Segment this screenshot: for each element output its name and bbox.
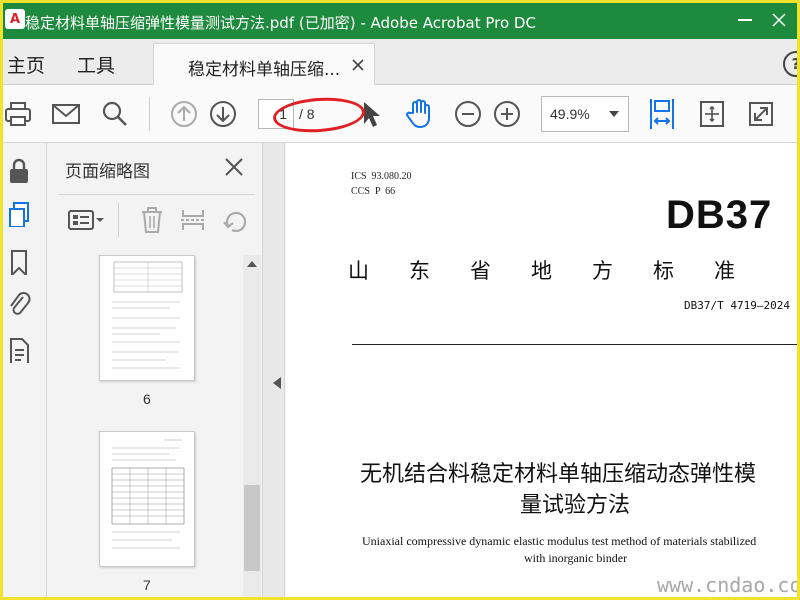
english-title-line-1: Uniaxial compressive dynamic elastic mod… xyxy=(362,534,757,548)
rotate-icon xyxy=(223,211,247,233)
search-button[interactable] xyxy=(100,99,130,129)
hand-tool-button[interactable] xyxy=(404,99,434,129)
tab-bar: 主页 工具 稳定材料单轴压缩... ? xyxy=(3,39,797,86)
site-watermark: www.cndao.com xyxy=(657,573,800,597)
close-window-button[interactable] xyxy=(765,7,793,33)
title-bar: A 稳定材料单轴压缩弹性模量测试方法.pdf (已加密) - Adobe Acr… xyxy=(3,3,797,39)
chevron-down-icon[interactable] xyxy=(609,111,619,117)
english-title-line-2: with inorganic binder xyxy=(524,551,628,565)
minus-circle-icon xyxy=(455,101,481,127)
panel-title: 页面缩略图 xyxy=(65,162,150,182)
document-title-line-1: 无机结合料稳定材料单轴压缩动态弹性模 xyxy=(360,462,757,487)
scroll-up-icon[interactable] xyxy=(247,261,257,267)
document-page: ICS 93.080.20 CCS P 66 DB37 山东省地方标准 DB37… xyxy=(286,143,797,597)
minimize-button[interactable] xyxy=(731,7,759,33)
ccs-code: CCS P 66 xyxy=(351,186,396,197)
panel-splitter[interactable] xyxy=(263,143,285,597)
document-tab-label: 稳定材料单轴压缩... xyxy=(188,60,341,80)
panel-divider xyxy=(59,194,255,195)
window-title: 稳定材料单轴压缩弹性模量测试方法.pdf (已加密) - Adobe Acrob… xyxy=(25,14,536,32)
fit-page-icon xyxy=(650,99,674,129)
close-icon xyxy=(772,13,786,27)
scroll-mode-button[interactable] xyxy=(697,99,727,129)
bookmark-icon[interactable] xyxy=(7,249,31,275)
page-thumbnail-7[interactable] xyxy=(99,431,195,567)
print-button[interactable] xyxy=(3,99,33,129)
tab-home[interactable]: 主页 xyxy=(7,51,45,78)
toolbar-divider xyxy=(149,97,150,131)
page-thumbnails-panel: 页面缩略图 6 7 xyxy=(47,143,263,597)
collapse-panel-icon[interactable] xyxy=(273,377,281,389)
thumbnail-label-7: 7 xyxy=(143,577,151,593)
zoom-out-button[interactable] xyxy=(453,99,483,129)
scrollbar-thumb[interactable] xyxy=(244,485,260,571)
left-navigation-rail xyxy=(3,143,47,597)
lock-icon[interactable] xyxy=(7,157,31,183)
options-menu-icon xyxy=(68,210,104,230)
document-view[interactable]: ICS 93.080.20 CCS P 66 DB37 山东省地方标准 DB37… xyxy=(286,143,797,597)
rotate-page-button[interactable] xyxy=(221,205,249,235)
trash-icon xyxy=(142,207,162,233)
thumbnail-label-6: 6 xyxy=(143,391,151,407)
panel-tool-divider xyxy=(118,203,119,237)
envelope-icon xyxy=(52,104,80,124)
arrow-down-circle-icon xyxy=(210,101,236,127)
standard-number: DB37/T 4719—2024 xyxy=(684,299,790,312)
acrobat-window: A 稳定材料单轴压缩弹性模量测试方法.pdf (已加密) - Adobe Acr… xyxy=(0,0,800,600)
insert-page-icon xyxy=(181,210,205,230)
standard-type-heading: 山东省地方标准 xyxy=(348,259,775,283)
horizontal-rule xyxy=(352,344,797,345)
page-thumbnail-6[interactable] xyxy=(99,255,195,381)
thumbnail-content xyxy=(111,439,185,549)
insert-page-button[interactable] xyxy=(179,205,207,235)
thumbnail-options-button[interactable] xyxy=(67,205,105,235)
full-screen-button[interactable] xyxy=(746,99,776,129)
previous-page-button[interactable] xyxy=(169,99,199,129)
next-page-button[interactable] xyxy=(208,99,238,129)
fit-width-button[interactable] xyxy=(646,97,678,131)
delete-page-button[interactable] xyxy=(139,205,165,235)
email-button[interactable] xyxy=(51,99,81,129)
help-icon[interactable]: ? xyxy=(783,51,797,77)
page-move-icon xyxy=(700,101,724,127)
page-thumbnails-icon[interactable] xyxy=(7,201,31,227)
print-icon xyxy=(5,102,31,126)
document-properties-icon[interactable] xyxy=(7,337,31,363)
plus-circle-icon xyxy=(494,101,520,127)
acrobat-logo-icon: A xyxy=(5,9,25,29)
document-title-line-2: 量试验方法 xyxy=(520,493,631,518)
attachment-icon[interactable] xyxy=(7,291,31,317)
arrow-up-circle-icon xyxy=(171,101,197,127)
zoom-in-button[interactable] xyxy=(492,99,522,129)
close-panel-icon[interactable] xyxy=(223,156,245,178)
close-tab-icon[interactable] xyxy=(350,57,366,73)
standard-prefix: DB37 xyxy=(666,193,773,237)
tab-document[interactable]: 稳定材料单轴压缩... xyxy=(153,43,375,86)
expand-icon xyxy=(749,102,773,126)
thumbnail-content xyxy=(112,261,183,369)
search-icon xyxy=(102,101,127,126)
hand-icon xyxy=(406,99,430,128)
main-toolbar xyxy=(3,85,797,143)
tab-tools[interactable]: 工具 xyxy=(77,51,115,78)
ics-code: ICS 93.080.20 xyxy=(351,171,412,182)
